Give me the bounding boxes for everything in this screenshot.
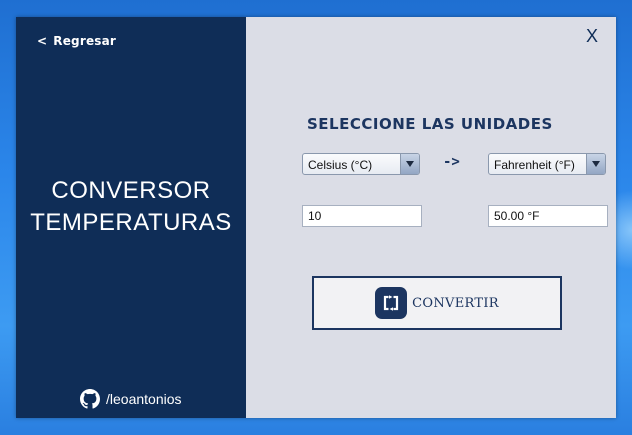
conversion-arrow: ->	[443, 154, 460, 170]
github-link[interactable]: /leoantonios	[80, 389, 182, 409]
close-button[interactable]: X	[586, 26, 598, 47]
app-title-line-1: CONVERSOR	[51, 177, 211, 204]
back-link[interactable]: < Regresar	[37, 34, 116, 48]
app-title: CONVERSOR TEMPERATURAS	[16, 175, 246, 239]
from-unit-select[interactable]: Celsius (°C)	[302, 153, 420, 175]
convert-icon	[375, 287, 408, 319]
convert-button-label: CONVERTIR	[412, 295, 499, 311]
input-value-field[interactable]	[302, 205, 422, 227]
output-value-field[interactable]	[488, 205, 608, 227]
github-icon	[80, 389, 100, 409]
from-unit-value: Celsius (°C)	[308, 158, 373, 172]
convert-button[interactable]: CONVERTIR	[312, 276, 562, 330]
app-title-line-2: TEMPERATURAS	[30, 209, 232, 236]
to-unit-value: Fahrenheit (°F)	[494, 158, 575, 172]
back-link-label: Regresar	[53, 34, 117, 48]
section-title: SELECCIONE LAS UNIDADES	[307, 115, 553, 133]
to-unit-select[interactable]: Fahrenheit (°F)	[488, 153, 606, 175]
github-label: /leoantonios	[106, 391, 182, 407]
sidebar: < Regresar CONVERSOR TEMPERATURAS /leoant…	[16, 17, 246, 418]
chevron-down-icon[interactable]	[586, 154, 605, 174]
chevron-left-icon: <	[37, 34, 48, 48]
chevron-down-icon[interactable]	[400, 154, 419, 174]
app-window: < Regresar CONVERSOR TEMPERATURAS /leoant…	[16, 17, 616, 418]
